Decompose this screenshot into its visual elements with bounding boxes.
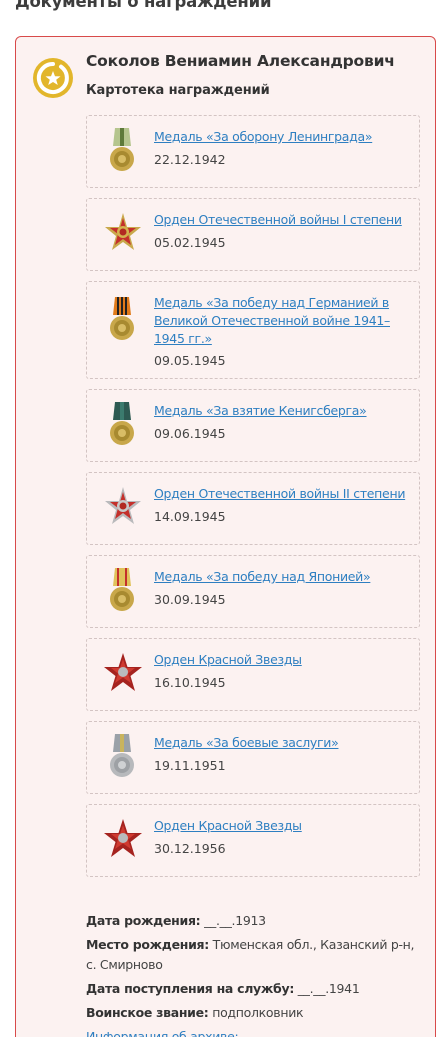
person-name: Соколов Вениамин Александрович	[86, 52, 395, 70]
birth-place-label: Место рождения:	[86, 937, 209, 952]
award-date: 09.05.1945	[154, 353, 226, 368]
award-item: Медаль «За победу над Германией в Велико…	[86, 281, 420, 379]
award-badge-icon	[33, 58, 73, 98]
award-link[interactable]: Орден Отечественной войны II степени	[154, 485, 409, 503]
award-item: Медаль «За победу над Японией» 30.09.194…	[86, 555, 420, 628]
award-date: 14.09.1945	[154, 509, 226, 524]
award-date: 19.11.1951	[154, 758, 226, 773]
award-date: 09.06.1945	[154, 426, 226, 441]
award-date: 05.02.1945	[154, 235, 226, 250]
rank-row: Воинское звание: подполковник	[86, 1003, 416, 1023]
award-item: Орден Красной Звезды 16.10.1945	[86, 638, 420, 711]
medal-leningrad-icon	[110, 128, 134, 171]
award-link[interactable]: Орден Красной Звезды	[154, 651, 409, 669]
award-link[interactable]: Орден Отечественной войны I степени	[154, 211, 409, 229]
award-item: Медаль «За взятие Кенигсберга» 09.06.194…	[86, 389, 420, 462]
service-start-label: Дата поступления на службу:	[86, 981, 295, 996]
award-item: Орден Отечественной войны I степени 05.0…	[86, 198, 420, 271]
award-link[interactable]: Медаль «За победу над Японией»	[154, 568, 409, 586]
award-link[interactable]: Медаль «За победу над Германией в Велико…	[154, 294, 409, 348]
award-date: 30.12.1956	[154, 841, 226, 856]
award-item: Орден Красной Звезды 30.12.1956	[86, 804, 420, 877]
award-date: 30.09.1945	[154, 592, 226, 607]
order-patriotic-war-1-icon	[105, 213, 141, 250]
medal-victory-germany-icon	[110, 297, 134, 340]
order-patriotic-war-2-icon	[105, 487, 141, 524]
award-item: Медаль «За оборону Ленинграда» 22.12.194…	[86, 115, 420, 188]
service-start-row: Дата поступления на службу: __.__.1941	[86, 979, 416, 999]
service-start-value: __.__.1941	[297, 981, 360, 996]
award-link[interactable]: Медаль «За оборону Ленинграда»	[154, 128, 409, 146]
card-subtitle: Картотека награждений	[86, 83, 270, 98]
medal-koenigsberg-icon	[110, 402, 134, 445]
birth-date-row: Дата рождения: __.__.1913	[86, 911, 416, 931]
section-title: Документы о награждении	[15, 0, 272, 11]
medal-combat-merit-icon	[110, 734, 134, 777]
award-link[interactable]: Орден Красной Звезды	[154, 817, 409, 835]
award-link[interactable]: Медаль «За взятие Кенигсберга»	[154, 402, 409, 420]
birth-date-value: __.__.1913	[204, 913, 266, 928]
award-date: 22.12.1942	[154, 152, 226, 167]
rank-value: подполковник	[212, 1005, 304, 1020]
award-date: 16.10.1945	[154, 675, 226, 690]
rank-label: Воинское звание:	[86, 1005, 209, 1020]
order-red-star-icon	[104, 819, 142, 857]
birth-place-row: Место рождения: Тюменская обл., Казански…	[86, 935, 416, 975]
archive-row: Информация об архиве:	[86, 1027, 416, 1037]
birth-date-label: Дата рождения:	[86, 913, 201, 928]
award-item: Орден Отечественной войны II степени 14.…	[86, 472, 420, 545]
award-item: Медаль «За боевые заслуги» 19.11.1951	[86, 721, 420, 794]
order-red-star-icon	[104, 653, 142, 691]
medal-victory-japan-icon	[110, 568, 134, 611]
award-link[interactable]: Медаль «За боевые заслуги»	[154, 734, 409, 752]
archive-info-link[interactable]: Информация об архиве:	[86, 1029, 239, 1037]
